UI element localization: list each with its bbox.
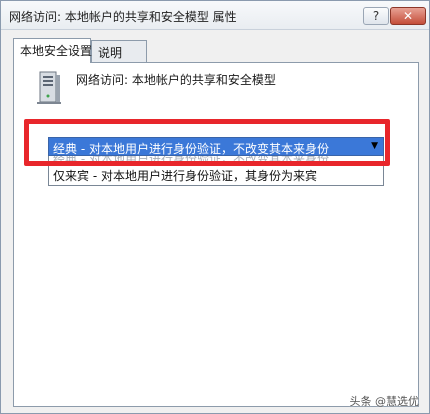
watermark: 头条 @慧选优 [349, 395, 420, 408]
properties-dialog: 网络访问: 本地帐户的共享和安全模型 属性 ? ✕ 本地安全设置 说明 网络访问… [0, 0, 430, 414]
help-button[interactable]: ? [363, 7, 389, 25]
tab-panel: 网络访问: 本地帐户的共享和安全模型 经典 - 对本地用户进行身份验证，不改变其… [13, 62, 419, 407]
close-button[interactable]: ✕ [390, 7, 426, 25]
option-guest-only[interactable]: 仅来宾 - 对本地用户进行身份验证，其身份为来宾 [53, 167, 317, 184]
tab-local-security-setting[interactable]: 本地安全设置 [13, 38, 92, 63]
tab-explain[interactable]: 说明 [91, 40, 147, 62]
chevron-down-icon[interactable]: ▼ [371, 141, 378, 151]
option-classic[interactable]: 经典 - 对本地用户进行身份验证，不改变其本来身份 [53, 156, 329, 167]
model-select[interactable]: 经典 - 对本地用户进行身份验证，不改变其本来身份 ▼ [48, 137, 384, 156]
server-icon [37, 71, 61, 104]
model-options-list: 经典 - 对本地用户进行身份验证，不改变其本来身份 仅来宾 - 对本地用户进行身… [48, 156, 384, 186]
window-title: 网络访问: 本地帐户的共享和安全模型 属性 [9, 10, 237, 24]
policy-name: 网络访问: 本地帐户的共享和安全模型 [76, 73, 276, 87]
model-select-value: 经典 - 对本地用户进行身份验证，不改变其本来身份 [53, 142, 329, 156]
title-bar[interactable]: 网络访问: 本地帐户的共享和安全模型 属性 ? ✕ [1, 1, 429, 30]
